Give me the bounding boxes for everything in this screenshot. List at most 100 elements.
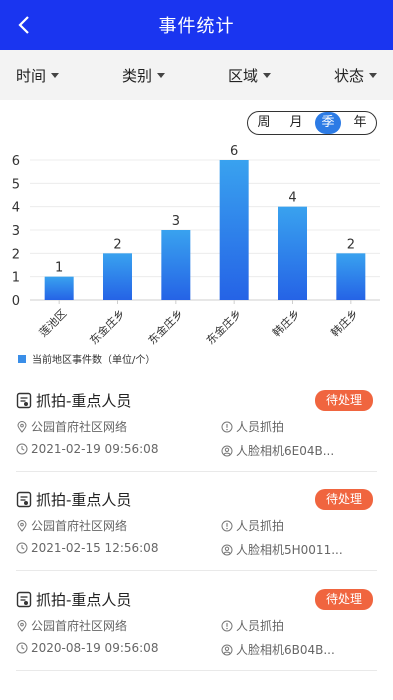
event-count-bar-chart: 0123456 123642 莲池区 东金庄乡 东金庄乡 东金庄乡 韩庄乡 韩庄乡 (12, 144, 380, 345)
event-time: 2020-08-19 09:56:08 (16, 641, 158, 655)
divider (16, 670, 377, 671)
location-pin-icon (17, 519, 27, 532)
user-icon (221, 644, 233, 655)
time-text: 2021-02-19 09:56:08 (31, 442, 159, 456)
period-quarter[interactable]: 季 (315, 112, 341, 134)
event-title: 抓拍-重点人员 (36, 392, 132, 410)
bar[interactable] (336, 253, 366, 300)
bar[interactable] (44, 276, 74, 300)
event-location: 公园首府社区网络 (16, 617, 127, 634)
type-text: 人员抓拍 (236, 619, 285, 633)
status-badge[interactable]: 待处理 (315, 390, 373, 411)
clock-icon (16, 542, 28, 554)
x-tick-label: 东金庄乡 (145, 306, 186, 345)
bar-value-label: 2 (347, 237, 355, 252)
bar-value-label: 2 (113, 237, 121, 252)
y-tick-label: 2 (12, 247, 20, 262)
status-badge[interactable]: 待处理 (315, 589, 373, 610)
clock-icon (16, 642, 28, 654)
period-month[interactable]: 月 (283, 112, 309, 134)
status-badge[interactable]: 待处理 (315, 489, 373, 510)
location-text: 公园首府社区网络 (31, 619, 128, 633)
event-time: 2021-02-19 09:56:08 (16, 442, 158, 456)
event-title: 抓拍-重点人员 (36, 591, 132, 609)
y-tick-label: 6 (12, 154, 20, 169)
legend-swatch (18, 354, 26, 363)
info-icon (221, 421, 233, 432)
event-time: 2021-02-15 12:56:08 (16, 541, 158, 555)
event-device: 人脸相机5H0011... (221, 541, 343, 558)
x-tick-label: 东金庄乡 (203, 306, 244, 345)
event-device: 人脸相机6E04B... (221, 442, 334, 459)
event-device: 人脸相机6B04B... (221, 641, 335, 658)
legend-label: 当前地区事件数（单位/个） (32, 355, 156, 366)
app-header: 事件统计 (0, 0, 393, 50)
event-type: 人员抓拍 (221, 517, 284, 534)
x-tick-label: 东金庄乡 (87, 306, 128, 345)
bar[interactable] (278, 206, 307, 300)
type-text: 人员抓拍 (236, 519, 285, 533)
device-text: 人脸相机5H0011... (236, 543, 343, 557)
user-icon (221, 445, 233, 456)
bar-value-label: 4 (288, 191, 296, 206)
bar-value-label: 1 (55, 261, 63, 276)
event-item[interactable]: 抓拍-重点人员 待处理 公园首府社区网络 人员抓拍 2020-08-19 09:… (0, 589, 393, 689)
caret-down-icon (51, 72, 60, 78)
event-location: 公园首府社区网络 (16, 517, 127, 534)
info-icon (221, 520, 233, 531)
event-title-row: 抓拍-重点人员 (16, 589, 131, 610)
filter-label: 状态 (333, 66, 364, 85)
event-title-row: 抓拍-重点人员 (16, 390, 131, 411)
document-icon (16, 392, 32, 409)
page-title: 事件统计 (158, 16, 235, 37)
type-text: 人员抓拍 (236, 420, 285, 434)
bar-value-label: 6 (230, 144, 238, 159)
device-text: 人脸相机6E04B... (236, 444, 335, 458)
caret-down-icon (157, 72, 165, 78)
device-text: 人脸相机6B04B... (236, 643, 335, 657)
event-item[interactable]: 抓拍-重点人员 待处理 公园首府社区网络 人员抓拍 2021-02-19 09:… (0, 390, 393, 490)
bar[interactable] (219, 160, 249, 300)
bar-value-label: 3 (172, 214, 180, 229)
document-icon (16, 591, 32, 608)
divider (16, 471, 377, 472)
bar[interactable] (161, 230, 191, 300)
event-type: 人员抓拍 (221, 418, 284, 435)
event-type: 人员抓拍 (221, 617, 284, 634)
period-selector: 周 月 季 年 (247, 111, 377, 135)
back-arrow-icon[interactable] (12, 12, 38, 38)
filter-status[interactable]: 状态 (334, 65, 377, 86)
y-tick-label: 5 (12, 177, 20, 192)
y-tick-label: 3 (12, 224, 20, 239)
location-pin-icon (17, 619, 27, 632)
time-text: 2021-02-15 12:56:08 (31, 541, 159, 555)
event-item[interactable]: 抓拍-重点人员 待处理 公园首府社区网络 人员抓拍 2021-02-15 12:… (0, 489, 393, 589)
caret-down-icon (262, 72, 271, 78)
info-icon (221, 620, 233, 631)
filter-region[interactable]: 区域 (228, 65, 271, 86)
event-title-row: 抓拍-重点人员 (16, 489, 131, 510)
location-text: 公园首府社区网络 (31, 420, 128, 434)
event-location: 公园首府社区网络 (16, 418, 127, 435)
clock-icon (16, 443, 28, 455)
bar[interactable] (103, 253, 132, 300)
location-text: 公园首府社区网络 (31, 519, 128, 533)
filter-category[interactable]: 类别 (122, 65, 165, 86)
y-tick-label: 4 (12, 201, 20, 216)
divider (16, 570, 377, 571)
filter-label: 类别 (121, 66, 152, 85)
event-title: 抓拍-重点人员 (36, 491, 132, 509)
x-tick-label: 莲池区 (37, 307, 70, 340)
x-tick-label: 韩庄乡 (269, 306, 302, 339)
time-text: 2020-08-19 09:56:08 (31, 641, 159, 655)
period-year[interactable]: 年 (347, 112, 373, 134)
filter-label: 时间 (16, 66, 47, 85)
y-tick-label: 0 (12, 294, 20, 309)
period-week[interactable]: 周 (251, 112, 277, 134)
x-tick-label: 韩庄乡 (328, 306, 361, 339)
filter-bar: 时间 类别 区域 状态 (0, 50, 393, 100)
document-icon (16, 491, 32, 508)
caret-down-icon (368, 72, 377, 78)
chart-legend: 当前地区事件数（单位/个） (18, 351, 155, 366)
filter-time[interactable]: 时间 (16, 65, 60, 86)
